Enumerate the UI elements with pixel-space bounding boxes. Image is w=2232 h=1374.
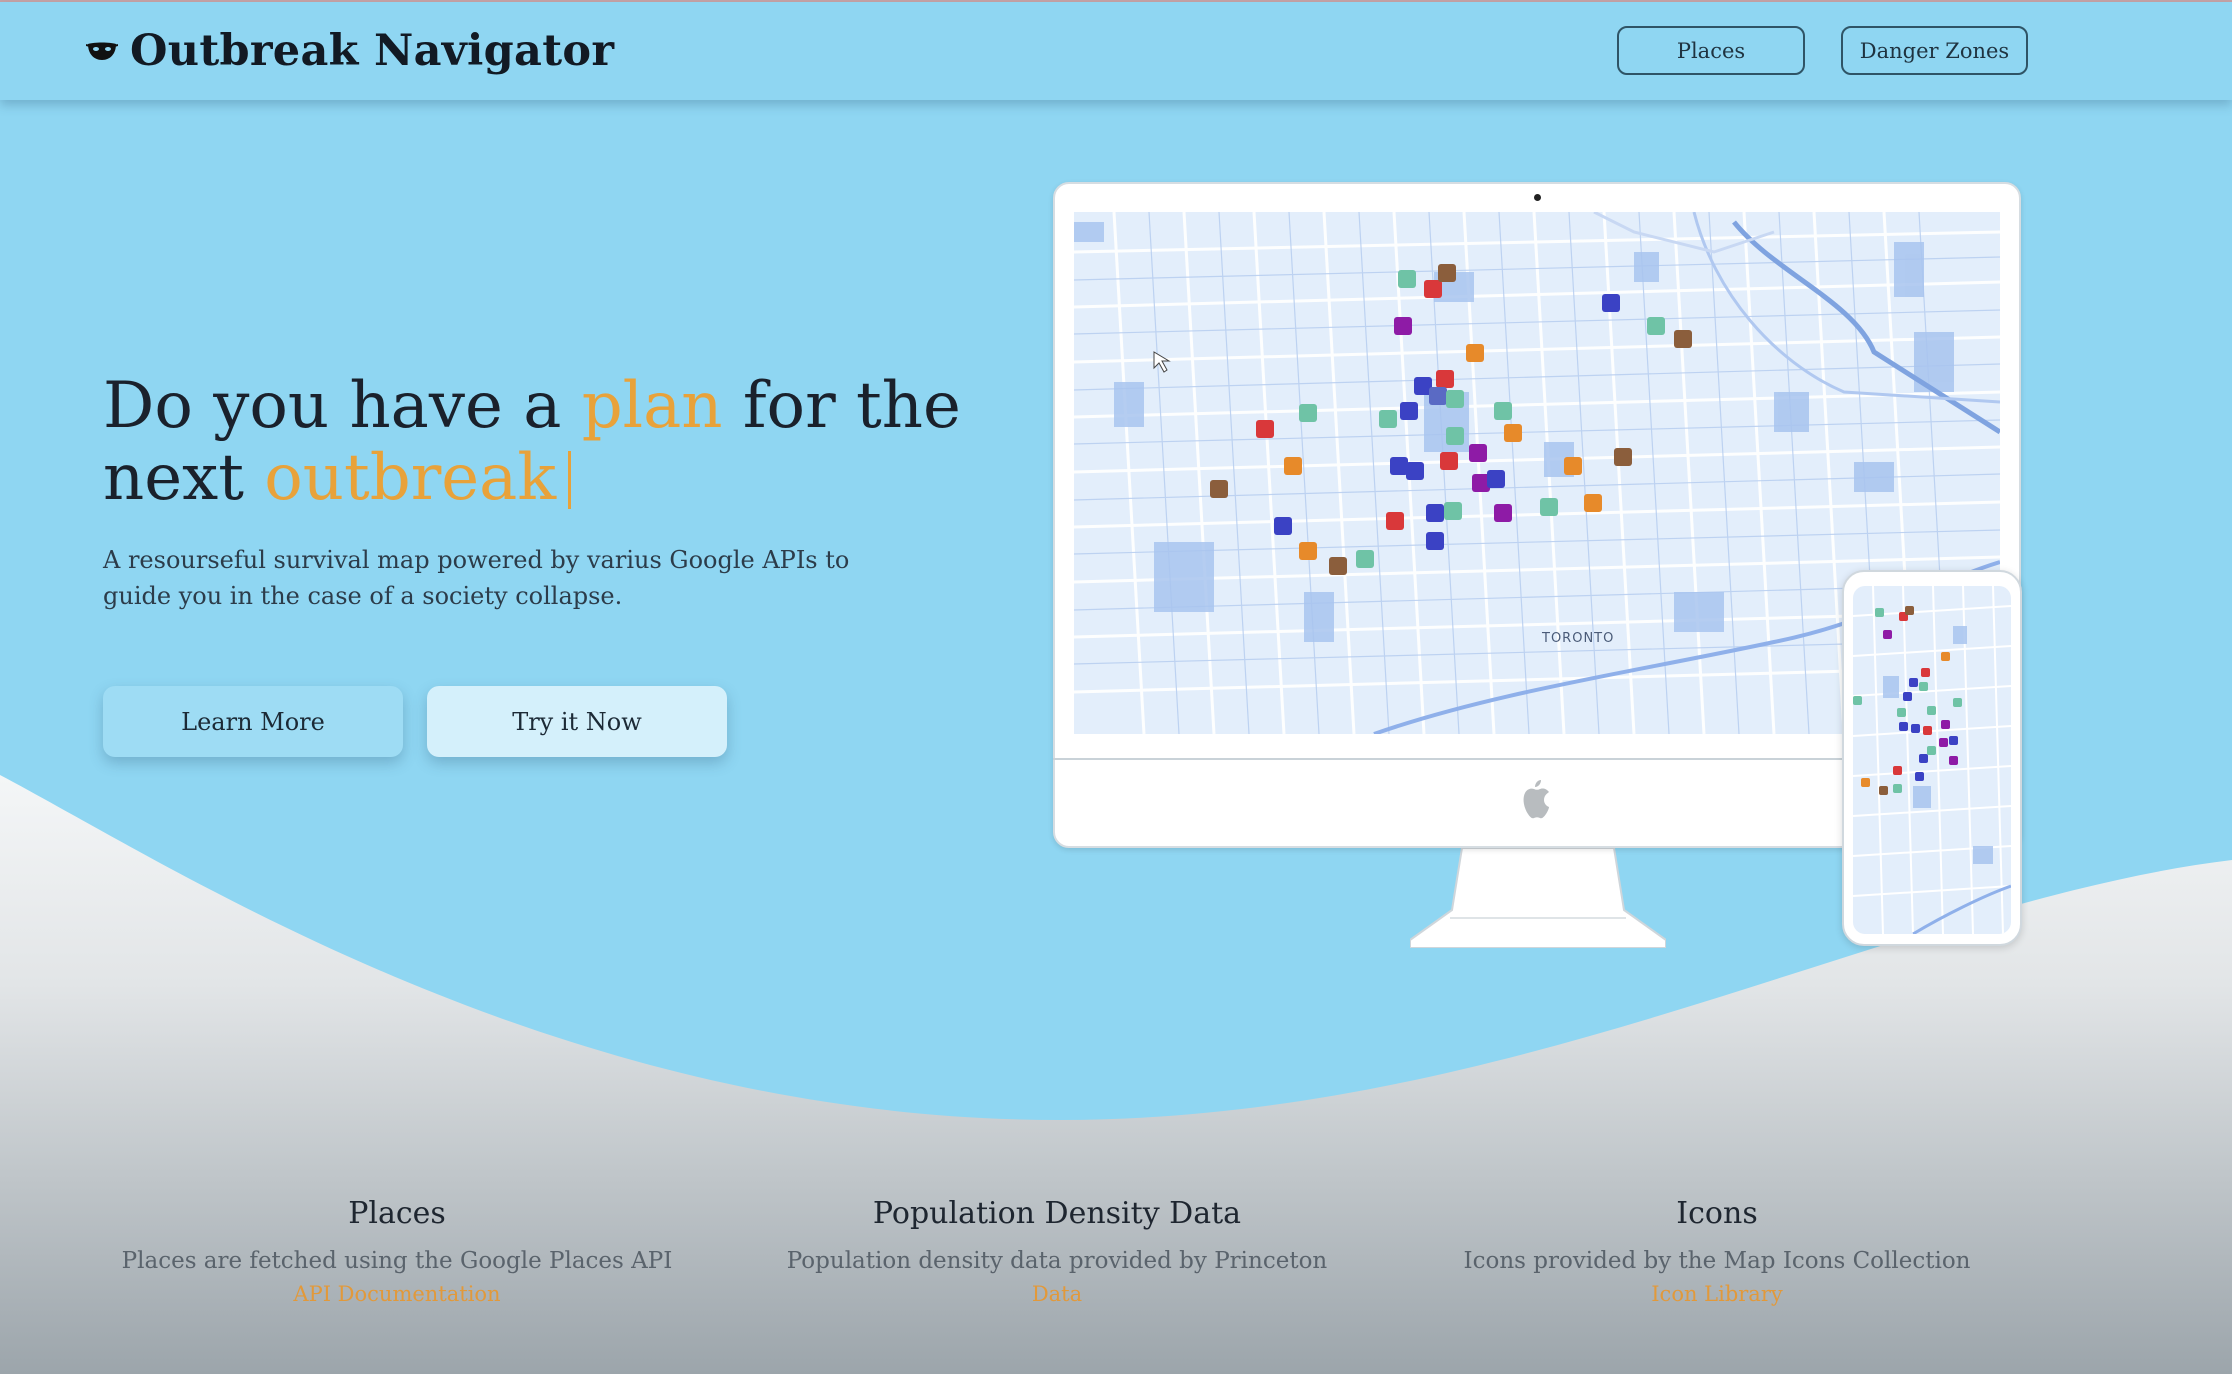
navbar: Outbreak Navigator Places Danger Zones [0,2,2232,100]
feature-description: Population density data provided by Prin… [786,1248,1328,1274]
icon-library-link[interactable]: Icon Library [1651,1282,1782,1306]
map-city-label: TORONTO [1541,631,1614,646]
phone-map-screen[interactable] [1853,586,2011,934]
mask-icon [86,42,118,60]
feature-places: Places Places are fetched using the Goog… [87,1196,707,1306]
phone-mockup [1842,570,2022,946]
feature-title: Icons [1676,1196,1758,1231]
try-it-now-button[interactable]: Try it Now [427,686,727,757]
headline-text: Do you have a [103,369,582,443]
brand-title: Outbreak Navigator [130,26,615,76]
feature-description: Places are fetched using the Google Plac… [121,1248,673,1274]
hero-subtext: A resourseful survival map powered by va… [103,546,850,610]
danger-zones-nav-button[interactable]: Danger Zones [1841,26,2028,75]
feature-description: Icons provided by the Map Icons Collecti… [1463,1248,1971,1274]
feature-title: Population Density Data [872,1196,1242,1231]
headline-text: for the [722,369,961,443]
brand[interactable]: Outbreak Navigator [86,26,614,76]
monitor-camera [1534,194,1541,201]
feature-title: Places [348,1196,446,1231]
learn-more-button[interactable]: Learn More [103,686,403,757]
places-nav-button[interactable]: Places [1617,26,1805,75]
api-documentation-link[interactable]: API Documentation [293,1282,500,1306]
headline-text: next [103,441,265,515]
feature-icons: Icons Icons provided by the Map Icons Co… [1407,1196,2027,1306]
monitor-stand [1410,848,1666,948]
phone-city-map [1853,586,2011,934]
feature-population-density: Population Density Data Population densi… [747,1196,1367,1306]
headline-accent-outbreak: outbreak [264,441,557,515]
typing-caret [568,451,572,509]
apple-logo-icon [1523,780,1549,819]
headline-accent-plan: plan [581,369,723,443]
data-link[interactable]: Data [1032,1282,1082,1306]
hero-headline: Do you have a plan for the next outbreak [103,370,963,514]
